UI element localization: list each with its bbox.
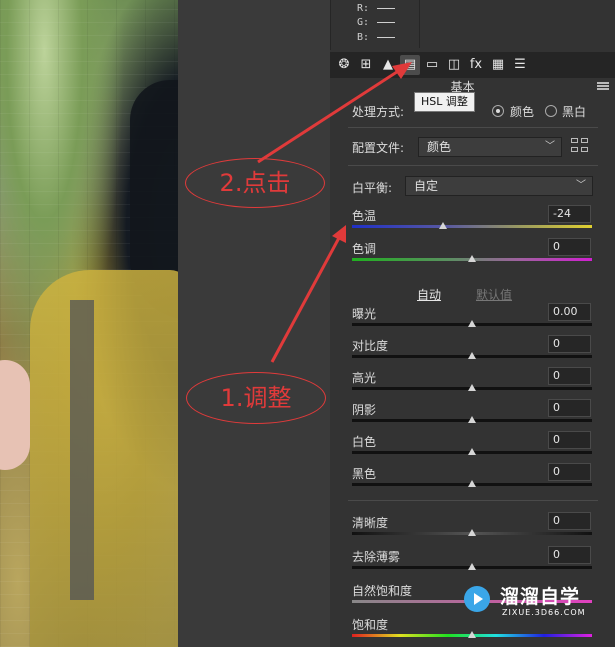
clarity-slider-thumb[interactable]: [468, 529, 476, 536]
whites-slider-thumb[interactable]: [468, 448, 476, 455]
profile-select[interactable]: 颜色 ﹀: [418, 137, 562, 157]
detail-tool-icon[interactable]: ▲: [378, 55, 398, 75]
histogram-area: [419, 0, 615, 48]
b-label: B:: [357, 32, 370, 43]
b-value-dash: [377, 36, 396, 38]
panel-menu-icon[interactable]: [597, 82, 609, 90]
white-balance-select[interactable]: 自定 ﹀: [405, 176, 593, 196]
divider: [348, 165, 598, 166]
tint-label: 色调: [352, 242, 377, 256]
hsl-tool-icon[interactable]: ▤: [400, 55, 420, 75]
vibrance-label: 自然饱和度: [352, 584, 413, 598]
contrast-value-field[interactable]: 0: [548, 335, 591, 353]
panel-toolbar: ❂ ⊞ ▲ ▤ ▭ ◫ fx ▦ ☰: [330, 52, 615, 78]
treatment-label: 处理方式:: [352, 105, 405, 119]
temp-slider-thumb[interactable]: [439, 222, 448, 229]
hsl-tooltip: HSL 调整: [414, 92, 475, 112]
presets-tool-icon[interactable]: ☰: [510, 55, 530, 75]
watermark-title: 溜溜自学: [500, 586, 581, 608]
exposure-slider-thumb[interactable]: [468, 320, 476, 327]
default-link[interactable]: 默认值: [476, 286, 512, 303]
contrast-label: 对比度: [352, 339, 389, 353]
profile-browser-icon[interactable]: [571, 138, 589, 154]
profile-label: 配置文件:: [352, 141, 405, 155]
divider: [348, 500, 598, 501]
auto-link[interactable]: 自动: [417, 286, 441, 303]
dehaze-slider-thumb[interactable]: [468, 563, 476, 570]
treatment-color-radio[interactable]: [492, 105, 504, 117]
highlights-value-field[interactable]: 0: [548, 367, 591, 385]
whites-value-field[interactable]: 0: [548, 431, 591, 449]
split-toning-tool-icon[interactable]: ▭: [422, 55, 442, 75]
photo-shirt: [30, 270, 178, 647]
shadows-label: 阴影: [352, 403, 377, 417]
photo-stripe: [70, 300, 94, 600]
r-value-dash: [377, 7, 396, 9]
clarity-value-field[interactable]: 0: [548, 512, 591, 530]
tone-curve-tool-icon[interactable]: ⊞: [356, 55, 376, 75]
tint-value-field[interactable]: 0: [548, 238, 591, 256]
blacks-value-field[interactable]: 0: [548, 463, 591, 481]
canvas-gutter: [178, 0, 330, 647]
g-label: G:: [357, 17, 370, 28]
lens-corrections-tool-icon[interactable]: ◫: [444, 55, 464, 75]
highlights-label: 高光: [352, 371, 377, 385]
rgb-readout: R: G: B:: [330, 0, 615, 50]
dehaze-value-field[interactable]: 0: [548, 546, 591, 564]
photo-canvas: [0, 0, 178, 647]
temp-slider-track[interactable]: [352, 225, 592, 228]
r-label: R:: [357, 3, 370, 14]
temp-label: 色温: [352, 209, 377, 223]
shadows-slider-thumb[interactable]: [468, 416, 476, 423]
blacks-label: 黑色: [352, 467, 377, 481]
watermark-url: ZIXUE.3D66.COM: [502, 608, 586, 617]
exposure-value-field[interactable]: 0.00: [548, 303, 591, 321]
saturation-slider-thumb[interactable]: [468, 631, 476, 638]
treatment-bw-radio[interactable]: [545, 105, 557, 117]
whites-label: 白色: [352, 435, 377, 449]
saturation-label: 饱和度: [352, 618, 389, 632]
annotation-step-2: 2.点击: [185, 158, 325, 208]
exposure-label: 曝光: [352, 307, 377, 321]
white-balance-value: 自定: [414, 179, 439, 193]
tint-slider-thumb[interactable]: [468, 255, 476, 262]
contrast-slider-thumb[interactable]: [468, 352, 476, 359]
calibration-tool-icon[interactable]: ▦: [488, 55, 508, 75]
treatment-color-label[interactable]: 颜色: [510, 103, 534, 120]
temp-value-field[interactable]: -24: [548, 205, 591, 223]
dehaze-label: 去除薄雾: [352, 550, 401, 564]
annotation-step-1: 1.调整: [186, 372, 326, 424]
effects-tool-icon[interactable]: fx: [466, 55, 486, 75]
photo-arm: [0, 360, 30, 470]
highlights-slider-thumb[interactable]: [468, 384, 476, 391]
play-logo-icon: [464, 586, 490, 612]
watermark: 溜溜自学 ZIXUE.3D66.COM: [460, 578, 610, 624]
basic-tool-icon[interactable]: ❂: [334, 55, 354, 75]
white-balance-label: 白平衡:: [352, 181, 393, 195]
divider: [348, 127, 598, 128]
chevron-down-icon: ﹀: [545, 141, 555, 152]
treatment-bw-label[interactable]: 黑白: [562, 103, 586, 120]
blacks-slider-thumb[interactable]: [468, 480, 476, 487]
chevron-down-icon: ﹀: [576, 180, 586, 191]
shadows-value-field[interactable]: 0: [548, 399, 591, 417]
clarity-label: 清晰度: [352, 516, 389, 530]
g-value-dash: [377, 21, 396, 23]
profile-value: 颜色: [427, 140, 452, 154]
